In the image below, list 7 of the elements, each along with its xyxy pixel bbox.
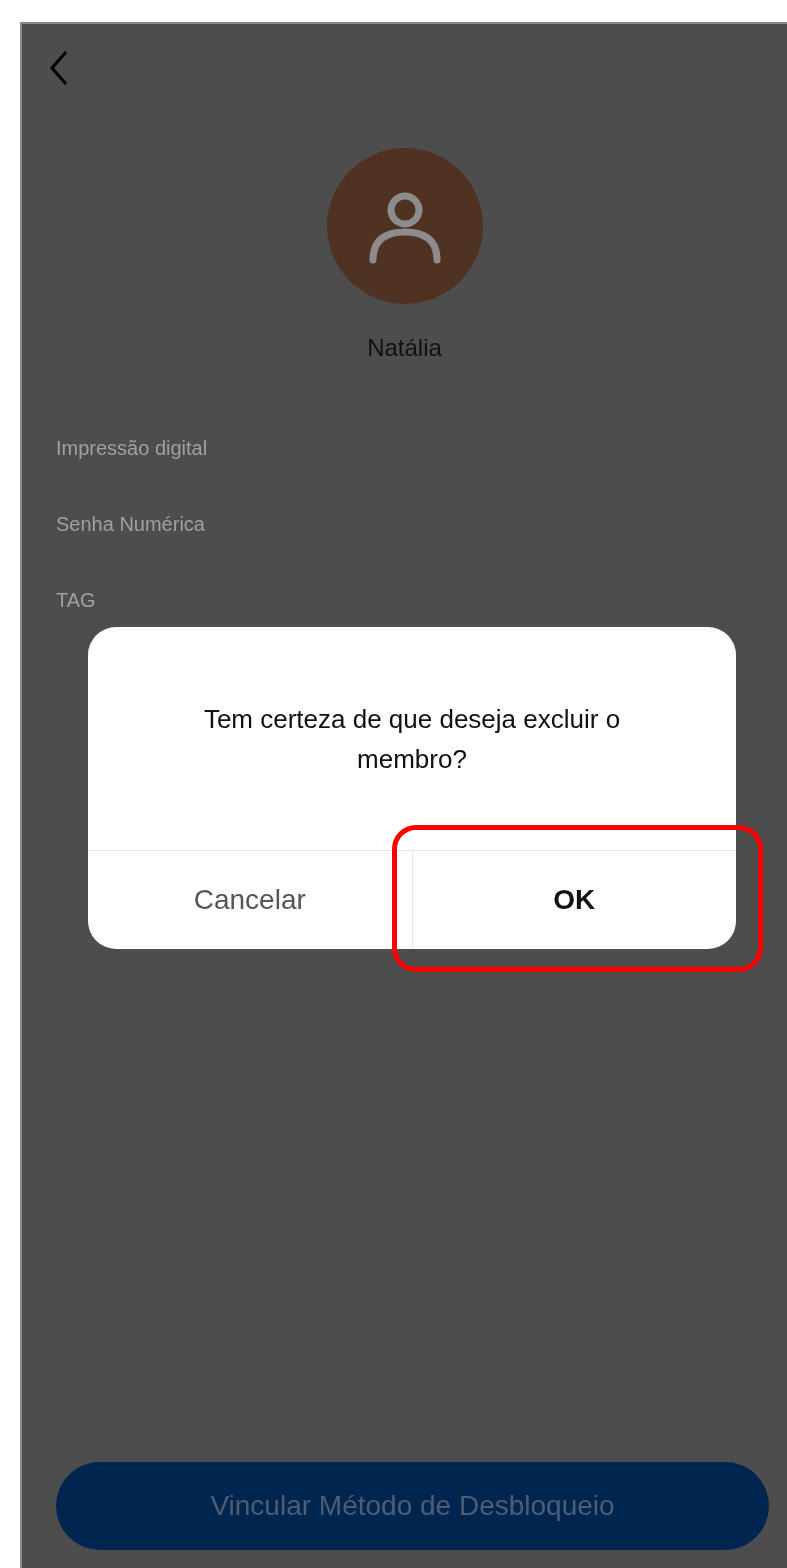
unlock-method-item[interactable]: Senha Numérica xyxy=(22,486,787,562)
unlock-method-item[interactable]: Impressão digital xyxy=(22,410,787,486)
member-name: Natália xyxy=(366,334,443,362)
ok-button[interactable]: OK xyxy=(411,851,736,949)
link-unlock-method-button[interactable]: Vincular Método de Desbloqueio xyxy=(56,1462,769,1550)
cancel-button[interactable]: Cancelar xyxy=(88,851,412,949)
dialog-message: Tem certeza de que deseja excluir o membro? xyxy=(202,702,622,776)
